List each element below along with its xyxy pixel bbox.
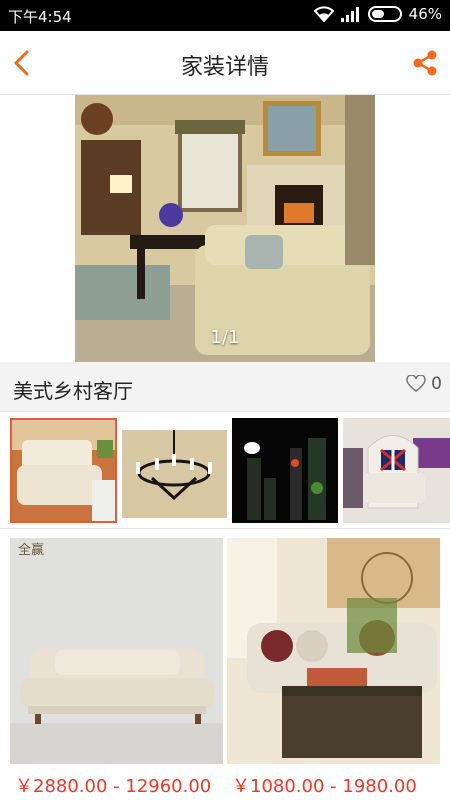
thumbnail-sofa-selected[interactable] bbox=[10, 418, 117, 523]
battery-icon bbox=[367, 6, 402, 22]
status-icons: 46% bbox=[313, 5, 442, 23]
chandelier-thumbnail-image bbox=[122, 418, 227, 523]
item-info-bar: 美式乡村客厅 0 bbox=[0, 362, 450, 412]
item-name: 美式乡村客厅 bbox=[13, 379, 133, 403]
signal-icon bbox=[340, 6, 359, 22]
status-time: 下午4:54 bbox=[8, 8, 72, 26]
thumbnail-armchair[interactable] bbox=[343, 418, 450, 523]
living-set-image bbox=[227, 538, 440, 764]
share-button[interactable] bbox=[410, 48, 440, 78]
heart-icon bbox=[406, 375, 426, 392]
product-grid: 全赢 ￥2880.00 - 12960.00 ￥1080.00 - 1980.0… bbox=[0, 530, 450, 800]
share-icon bbox=[413, 50, 437, 76]
product-card-sofa[interactable]: 全赢 ￥2880.00 - 12960.00 bbox=[10, 538, 223, 800]
product-card-living-set[interactable]: ￥1080.00 - 1980.00 bbox=[227, 538, 440, 800]
product-price: ￥1080.00 - 1980.00 bbox=[232, 776, 417, 797]
product-image: 全赢 bbox=[10, 538, 223, 764]
thumbnail-chandelier[interactable] bbox=[122, 418, 227, 523]
header-bar: 家装详情 bbox=[0, 31, 450, 95]
product-brand: 全赢 bbox=[18, 542, 44, 557]
beige-sofa-image: 全赢 bbox=[10, 538, 223, 764]
armchair-thumbnail-image bbox=[343, 418, 450, 523]
sofa-thumbnail-image bbox=[12, 420, 115, 521]
thumbnail-strip bbox=[0, 412, 450, 529]
image-counter: 1/1 bbox=[210, 327, 240, 348]
like-count: 0 bbox=[431, 374, 442, 394]
wifi-icon bbox=[313, 6, 334, 22]
thumbnail-vases[interactable] bbox=[232, 418, 338, 523]
hero-image[interactable]: 1/1 bbox=[75, 95, 375, 362]
vases-thumbnail-image bbox=[232, 418, 338, 523]
product-image bbox=[227, 538, 440, 764]
status-bar: 下午4:54 46% bbox=[0, 0, 450, 31]
living-room-photo bbox=[75, 95, 375, 362]
product-price: ￥2880.00 - 12960.00 bbox=[15, 776, 212, 797]
page-title: 家装详情 bbox=[180, 55, 269, 80]
battery-percent: 46% bbox=[408, 5, 442, 23]
like-button[interactable]: 0 bbox=[406, 374, 442, 394]
